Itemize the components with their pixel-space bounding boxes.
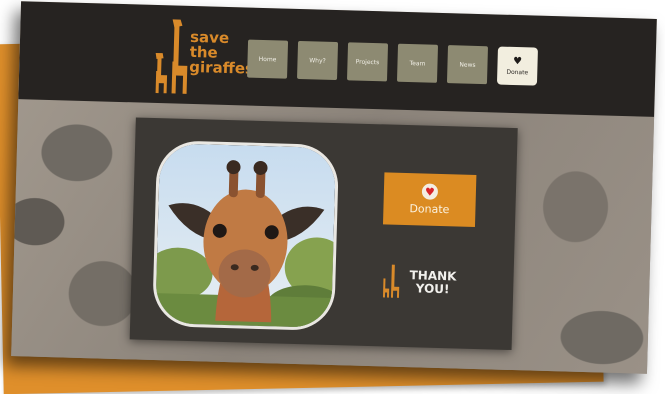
donate-button[interactable]: ♥ Donate xyxy=(382,172,477,227)
heart-icon: ♥ xyxy=(421,183,439,200)
thanks-line-2: YOU! xyxy=(415,281,450,297)
giraffe-photo xyxy=(152,140,340,332)
logo-wordmark[interactable]: save the giraffes xyxy=(189,28,255,78)
nav-projects-button[interactable]: Projects xyxy=(346,42,389,82)
nav-team-button[interactable]: Team xyxy=(396,43,439,83)
thank-you-badge: THANK YOU! xyxy=(379,262,490,305)
nav-home-button[interactable]: Home xyxy=(247,39,289,79)
donate-button-label: Donate xyxy=(409,202,450,217)
nav-why-button[interactable]: Why? xyxy=(297,40,339,81)
header-bar: save the giraffes Home Why? Projects Tea… xyxy=(18,1,657,117)
logo-line-giraffes: giraffes xyxy=(189,57,255,78)
hero-panel: ♥ Donate THANK YOU! xyxy=(129,117,518,351)
website-screenshot: save the giraffes Home Why? Projects Tea… xyxy=(11,1,657,374)
heart-icon: ♥ xyxy=(512,55,523,67)
nav-news-button[interactable]: News xyxy=(446,45,489,85)
main-nav: Home Why? Projects Team News ♥ Donate xyxy=(247,39,538,86)
nav-donate-button[interactable]: ♥ Donate xyxy=(496,46,538,86)
giraffe-face-image xyxy=(152,143,340,330)
nav-donate-label: Donate xyxy=(506,68,529,76)
